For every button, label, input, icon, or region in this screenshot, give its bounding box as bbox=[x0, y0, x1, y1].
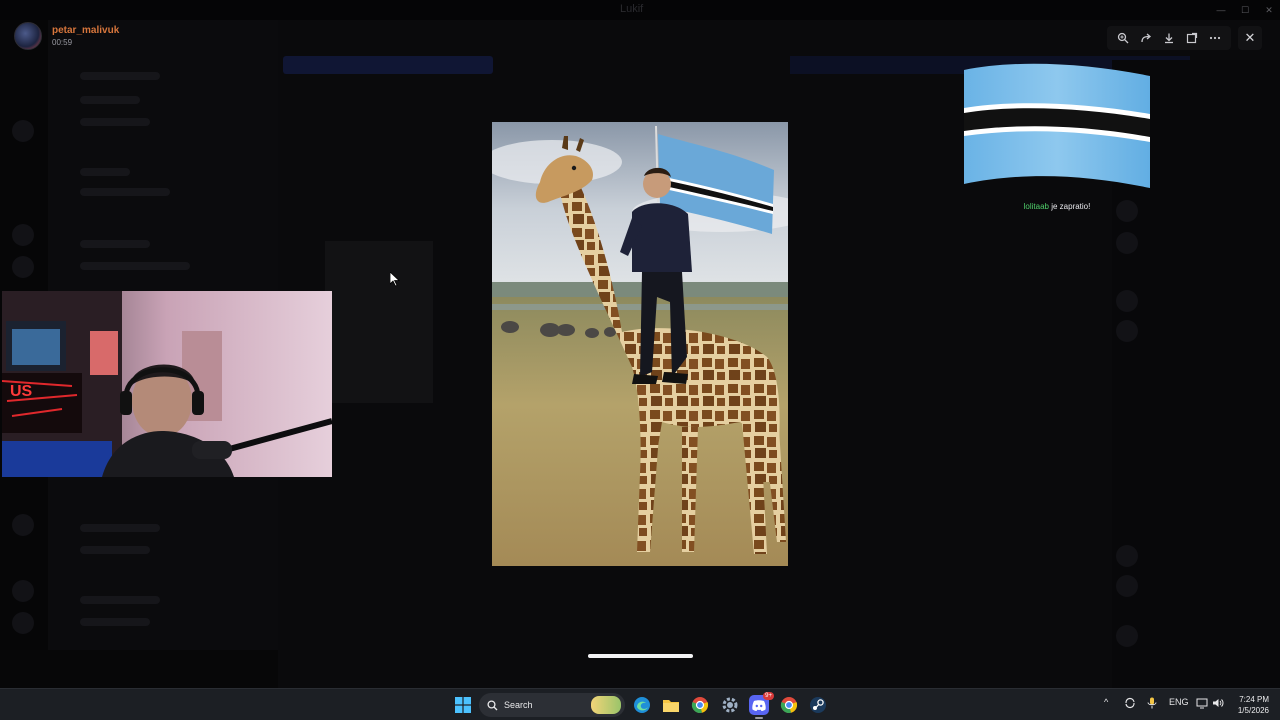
channel-item bbox=[80, 524, 160, 532]
follower-name: lolitaab bbox=[1023, 202, 1049, 211]
active-app-indicator bbox=[755, 717, 763, 719]
open-external-icon[interactable] bbox=[1183, 29, 1201, 47]
user-panel bbox=[0, 650, 278, 688]
clock-date: 1/5/2026 bbox=[1237, 706, 1269, 715]
member-avatar bbox=[1116, 625, 1138, 647]
settings-gear-icon[interactable] bbox=[720, 695, 740, 715]
channel-item bbox=[80, 118, 150, 126]
close-icon[interactable]: ✕ bbox=[1238, 26, 1262, 50]
network-icon[interactable] bbox=[1196, 697, 1208, 711]
main-image[interactable] bbox=[492, 122, 788, 566]
follow-action-text: je zapratio! bbox=[1049, 202, 1091, 211]
member-avatar bbox=[1116, 320, 1138, 342]
channel-item bbox=[80, 188, 170, 196]
follower-alert-text: lolitaab je zapratio! bbox=[962, 202, 1152, 211]
window-close-icon[interactable]: ✕ bbox=[1262, 3, 1276, 17]
image-scroll-indicator[interactable] bbox=[588, 654, 693, 658]
server-icon bbox=[12, 514, 34, 536]
svg-text:US: US bbox=[10, 383, 33, 400]
uploader-header: petar_malivuk 00:59 bbox=[14, 22, 119, 50]
discord-icon[interactable]: 9+ bbox=[749, 692, 774, 715]
mouse-cursor-icon bbox=[389, 271, 401, 292]
server-icon bbox=[12, 256, 34, 278]
download-icon[interactable] bbox=[1160, 29, 1178, 47]
webcam-overlay: US bbox=[2, 291, 332, 477]
windows-start-icon[interactable] bbox=[453, 695, 473, 715]
channel-item bbox=[80, 596, 160, 604]
chat-banner bbox=[283, 56, 493, 74]
server-icon bbox=[12, 224, 34, 246]
member-avatar bbox=[1116, 290, 1138, 312]
chrome-icon[interactable] bbox=[690, 695, 710, 715]
discord-badge: 9+ bbox=[763, 692, 774, 700]
more-icon[interactable] bbox=[1206, 29, 1224, 47]
sync-icon[interactable] bbox=[1124, 697, 1136, 711]
maximize-icon[interactable]: ☐ bbox=[1238, 3, 1252, 17]
window-title: Lukif bbox=[620, 3, 644, 15]
channel-item bbox=[80, 96, 140, 104]
taskbar-search[interactable]: Search bbox=[479, 693, 625, 717]
minimize-icon[interactable]: — bbox=[1214, 3, 1228, 17]
member-avatar bbox=[1116, 545, 1138, 567]
member-avatar bbox=[1116, 575, 1138, 597]
steam-icon[interactable] bbox=[808, 695, 828, 715]
image-viewer-toolbar bbox=[1107, 26, 1231, 50]
chrome-profile-icon[interactable] bbox=[779, 695, 799, 715]
language-indicator[interactable]: ENG bbox=[1169, 697, 1189, 707]
volume-icon[interactable] bbox=[1212, 697, 1224, 711]
title-bar: Lukif bbox=[0, 0, 1280, 20]
search-icon bbox=[487, 699, 498, 710]
system-clock[interactable]: 7:24 PM 1/5/2026 bbox=[1229, 694, 1269, 716]
avatar[interactable] bbox=[14, 22, 42, 50]
server-icon bbox=[12, 580, 34, 602]
tray-overflow-icon[interactable]: ^ bbox=[1104, 697, 1108, 707]
channel-item bbox=[80, 618, 150, 626]
member-avatar bbox=[1116, 232, 1138, 254]
windows-taskbar: Search 9+ ^ ENG 7:24 PM 1/5/2026 bbox=[0, 688, 1280, 720]
microphone-icon[interactable] bbox=[1147, 697, 1157, 711]
channel-item bbox=[80, 546, 150, 554]
file-explorer-icon[interactable] bbox=[661, 695, 681, 715]
channel-item bbox=[80, 168, 130, 176]
channel-item bbox=[80, 240, 150, 248]
zoom-in-icon[interactable] bbox=[1114, 29, 1132, 47]
forward-icon[interactable] bbox=[1137, 29, 1155, 47]
search-label: Search bbox=[504, 700, 533, 710]
username[interactable]: petar_malivuk bbox=[52, 24, 119, 37]
chat-image-thumbnail bbox=[325, 241, 433, 403]
server-icon bbox=[12, 120, 34, 142]
server-icon bbox=[12, 612, 34, 634]
channel-item bbox=[80, 262, 190, 270]
edge-icon[interactable] bbox=[632, 695, 652, 715]
clock-time: 7:24 PM bbox=[1239, 695, 1269, 704]
flag-alert-image bbox=[962, 60, 1152, 190]
elapsed-time: 00:59 bbox=[52, 38, 73, 47]
channel-item bbox=[80, 72, 160, 80]
search-highlight-icon bbox=[591, 696, 621, 714]
